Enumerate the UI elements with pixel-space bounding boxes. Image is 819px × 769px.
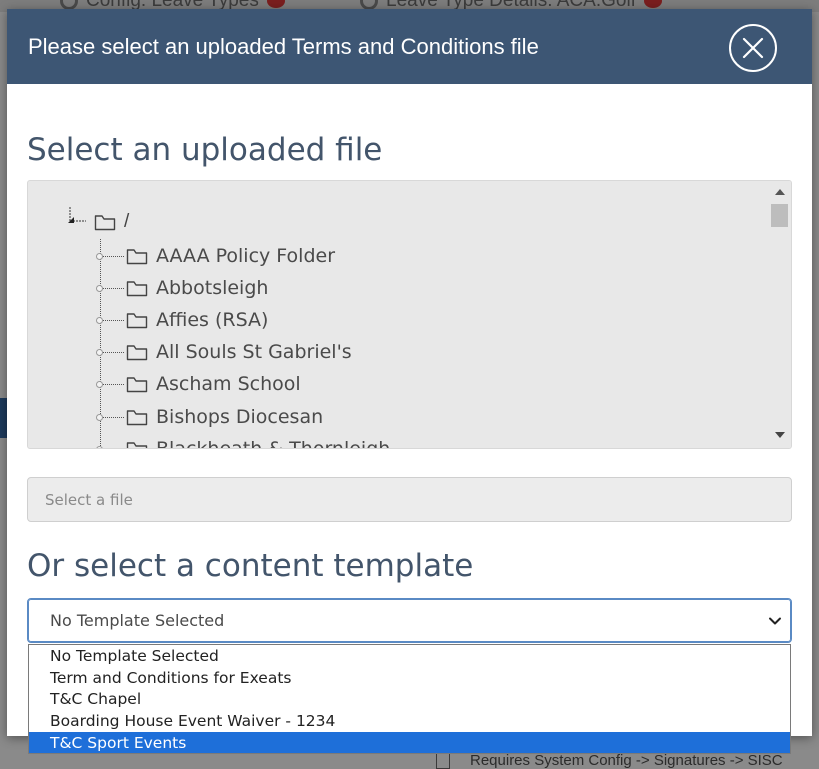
expand-node-icon[interactable]: [96, 252, 103, 260]
tree-item-folder[interactable]: All Souls St Gabriel's: [96, 337, 352, 367]
scroll-thumb[interactable]: [771, 204, 788, 227]
folder-icon: [126, 248, 148, 264]
tree-item-folder[interactable]: Abbotsleigh: [96, 273, 269, 303]
template-select[interactable]: No Template Selected: [27, 598, 792, 643]
expand-node-icon[interactable]: [96, 413, 103, 421]
template-option-highlighted[interactable]: T&C Sport Events: [29, 731, 790, 754]
section-title-file: Select an uploaded file: [27, 132, 383, 168]
background-sidebar-strip: [0, 398, 7, 438]
tree-item-label: All Souls St Gabriel's: [156, 341, 352, 363]
tree-item-folder[interactable]: AAAA Policy Folder: [96, 241, 336, 271]
tree-item-folder[interactable]: Bishops Diocesan: [96, 402, 324, 432]
tree-root[interactable]: /: [94, 211, 129, 233]
tree-item-label: Bishops Diocesan: [156, 406, 324, 428]
tree-item-label: Ascham School: [156, 373, 301, 395]
close-icon: [742, 37, 764, 59]
folder-icon: [126, 344, 148, 360]
section-title-template: Or select a content template: [27, 548, 474, 584]
scroll-up-icon[interactable]: [775, 189, 785, 195]
tree-scrollbar[interactable]: [769, 181, 791, 448]
modal-title: Please select an uploaded Terms and Cond…: [28, 33, 539, 59]
scroll-down-icon[interactable]: [775, 432, 785, 438]
tree-item-folder[interactable]: Blackheath & Thornleigh: [96, 434, 391, 449]
selected-file-input[interactable]: [27, 477, 792, 522]
background-footer-text: Requires System Config -> Signatures -> …: [470, 752, 783, 769]
expand-node-icon[interactable]: [96, 380, 103, 388]
folder-icon: [126, 280, 148, 296]
folder-icon: [94, 214, 116, 230]
template-option[interactable]: No Template Selected: [29, 645, 790, 667]
chevron-down-icon: [769, 617, 781, 625]
modal-body: Select an uploaded file: [7, 132, 812, 176]
template-option[interactable]: T&C Chapel: [29, 688, 790, 710]
expand-node-icon[interactable]: [96, 284, 103, 292]
template-option[interactable]: Boarding House Event Waiver - 1234: [29, 710, 790, 732]
expand-node-icon[interactable]: [96, 316, 103, 324]
tree-item-label: Affies (RSA): [156, 309, 269, 331]
tree-item-folder[interactable]: Affies (RSA): [96, 305, 269, 335]
folder-icon: [126, 409, 148, 425]
template-option[interactable]: Term and Conditions for Exeats: [29, 667, 790, 689]
tree-root-label: /: [124, 211, 130, 232]
close-tab-icon[interactable]: [643, 0, 662, 8]
modal-header: Please select an uploaded Terms and Cond…: [7, 9, 812, 84]
tree-item-label: Abbotsleigh: [156, 277, 269, 299]
expand-node-icon[interactable]: [96, 445, 103, 448]
tree-item-folder[interactable]: Ascham School: [96, 369, 301, 399]
expand-node-icon[interactable]: [96, 348, 103, 356]
tree-item-label: Blackheath & Thornleigh: [156, 438, 391, 449]
folder-icon: [126, 312, 148, 328]
close-tab-icon[interactable]: [266, 0, 285, 8]
close-button[interactable]: [729, 24, 777, 72]
template-select-value: No Template Selected: [50, 611, 225, 630]
file-tree-panel[interactable]: / AAAA Policy Folder Abbotsleigh Affies …: [27, 180, 792, 449]
folder-icon: [126, 376, 148, 392]
template-dropdown-list: No Template Selected Term and Conditions…: [28, 644, 791, 754]
collapse-toggle-icon[interactable]: [66, 207, 88, 225]
folder-icon: [126, 441, 148, 448]
tree-item-label: AAAA Policy Folder: [156, 245, 336, 267]
